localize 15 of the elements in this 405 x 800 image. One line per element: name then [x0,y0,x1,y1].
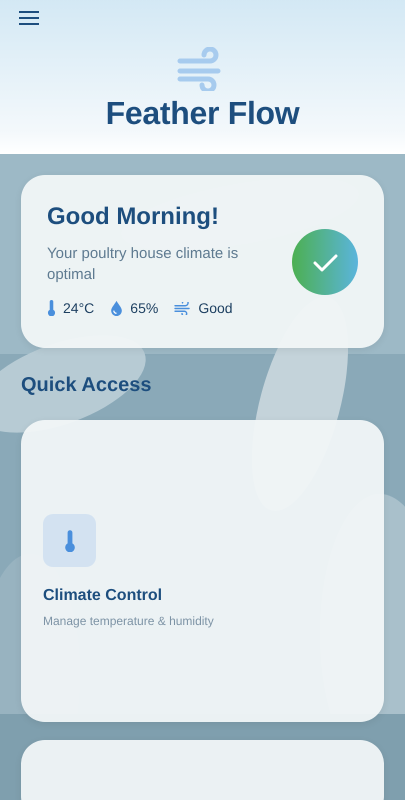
card-description: Manage temperature & humidity [43,614,214,628]
menu-icon[interactable] [19,11,39,25]
status-message: Your poultry house climate is optimal [47,244,240,285]
wind-icon [174,302,192,314]
card-title: Climate Control [43,587,162,605]
stat-value: 24°C [63,300,94,316]
quick-access-card[interactable]: Climate Control Manage temperature & humidity [21,420,384,722]
stat-value: Good [198,300,233,316]
thermometer-icon [64,530,76,552]
thermometer-icon [47,300,56,316]
section-heading: Quick Access [21,374,152,398]
app-title: Feather Flow [106,95,300,132]
greeting: Good Morning! [47,203,220,231]
stat-value: 65% [130,300,158,316]
water-drop-icon [110,300,124,316]
